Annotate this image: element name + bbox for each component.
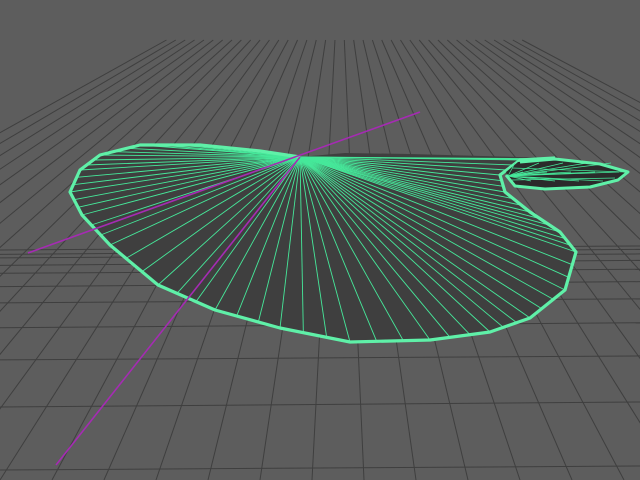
grid-line <box>0 355 640 361</box>
grid-line <box>0 401 640 408</box>
viewport-canvas[interactable] <box>0 0 640 480</box>
grid-line <box>0 465 640 471</box>
viewport-3d[interactable] <box>0 0 640 480</box>
fan-surface-object[interactable] <box>68 143 578 344</box>
fan-lobe-object[interactable] <box>504 157 630 191</box>
